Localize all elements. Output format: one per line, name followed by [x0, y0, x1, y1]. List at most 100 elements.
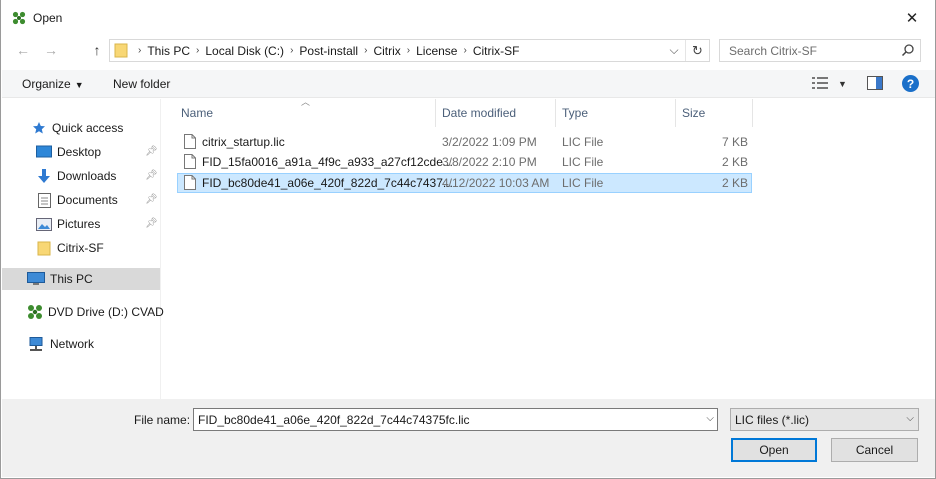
column-header-name[interactable]: Name [181, 102, 433, 124]
sidebar-item-dvd-drive[interactable]: DVD Drive (D:) CVAD [2, 301, 164, 323]
search-icon[interactable] [901, 43, 915, 60]
close-button[interactable]: ✕ [889, 0, 935, 36]
citrix-app-icon [12, 11, 26, 25]
breadcrumb-item[interactable]: This PC [147, 44, 190, 58]
chevron-right-icon[interactable]: › [401, 45, 416, 56]
open-dialog: Open ✕ ← → ↑ › This PC › Local Disk (C:)… [0, 0, 936, 479]
download-icon [36, 168, 52, 184]
window-title: Open [33, 11, 63, 25]
file-name: citrix_startup.lic [202, 135, 285, 149]
pin-icon[interactable]: 📌︎ [145, 194, 158, 205]
column-divider[interactable] [435, 99, 436, 127]
open-button[interactable]: Open [731, 438, 817, 462]
network-icon [27, 336, 45, 352]
file-name-input[interactable]: FID_bc80de41_a06e_420f_822d_7c44c74375fc… [198, 413, 470, 427]
chevron-right-icon[interactable]: › [358, 45, 373, 56]
file-row-selected[interactable]: FID_bc80de41_a06e_420f_822d_7c44c7437...… [177, 173, 752, 193]
sidebar-item-desktop[interactable]: Desktop 📌︎ [2, 141, 160, 163]
file-name-label: File name: [134, 413, 191, 427]
sidebar-item-quick-access[interactable]: Quick access [2, 117, 160, 139]
file-size: 7 KB [721, 135, 748, 149]
caret-down-icon: ▼ [838, 79, 847, 89]
dialog-footer: File name: FID_bc80de41_a06e_420f_822d_7… [2, 399, 935, 477]
breadcrumb: › This PC › Local Disk (C:) › Post-insta… [132, 40, 520, 61]
file-row[interactable]: citrix_startup.lic 3/2/2022 1:09 PM LIC … [177, 132, 752, 152]
chevron-right-icon[interactable]: › [457, 45, 472, 56]
sidebar-item-downloads[interactable]: Downloads 📌︎ [2, 165, 160, 187]
address-bar[interactable]: › This PC › Local Disk (C:) › Post-insta… [109, 39, 710, 62]
column-header-size[interactable]: Size [682, 102, 752, 124]
help-button[interactable]: ? [902, 75, 919, 92]
sidebar-item-documents[interactable]: Documents 📌︎ [2, 189, 160, 211]
forward-button[interactable]: → [41, 39, 61, 61]
file-size: 2 KB [721, 176, 748, 190]
column-divider[interactable] [752, 99, 753, 127]
sidebar-item-label: This PC [50, 272, 93, 286]
file-icon [184, 175, 196, 193]
sidebar-item-pictures[interactable]: Pictures 📌︎ [2, 213, 160, 235]
sidebar-item-label: Documents [57, 193, 118, 207]
caret-down-icon: ▼ [74, 80, 84, 90]
file-size: 2 KB [721, 155, 748, 169]
breadcrumb-item[interactable]: Citrix [373, 44, 400, 58]
organize-label: Organize [22, 77, 71, 91]
address-dropdown-button[interactable]: ⌵ [665, 40, 683, 61]
navigation-pane: Quick access Desktop 📌︎ Downloads 📌︎ Doc… [2, 99, 164, 399]
column-divider[interactable] [675, 99, 676, 127]
breadcrumb-item[interactable]: Local Disk (C:) [205, 44, 284, 58]
pin-icon[interactable]: 📌︎ [145, 170, 158, 181]
chevron-down-icon: ⌵ [906, 413, 914, 424]
change-view-button[interactable]: ▼ [812, 76, 848, 92]
file-type: LIC File [562, 155, 604, 169]
breadcrumb-item[interactable]: Post-install [299, 44, 358, 58]
file-row[interactable]: FID_15fa0016_a91a_4f9c_a933_a27cf12cde..… [177, 152, 752, 172]
sidebar-item-network[interactable]: Network [2, 333, 160, 355]
sidebar-item-label: Network [50, 337, 95, 351]
documents-icon [36, 192, 52, 208]
title-bar: Open ✕ [1, 0, 935, 36]
chevron-right-icon[interactable]: › [284, 45, 299, 56]
refresh-icon: ↻ [692, 42, 703, 58]
file-name-combobox[interactable]: FID_bc80de41_a06e_420f_822d_7c44c74375fc… [193, 408, 718, 431]
sidebar-item-label: Citrix-SF [57, 241, 104, 255]
pin-icon[interactable]: 📌︎ [145, 146, 158, 157]
sidebar-item-label: Pictures [57, 217, 101, 231]
chevron-down-icon[interactable]: ⌵ [706, 413, 714, 424]
file-type-filter-select[interactable]: LIC files (*.lic) ⌵ [730, 408, 919, 431]
arrow-up-icon: ↑ [93, 42, 101, 58]
sidebar-item-label: Downloads [57, 169, 117, 183]
dvd-drive-icon [27, 304, 43, 320]
folder-icon [114, 43, 128, 61]
file-date: 3/2/2022 1:09 PM [442, 135, 537, 149]
chevron-right-icon: › [138, 45, 142, 56]
file-type: LIC File [562, 176, 604, 190]
new-folder-button[interactable]: New folder [113, 77, 170, 91]
breadcrumb-item[interactable]: Citrix-SF [473, 44, 520, 58]
up-button[interactable]: ↑ [87, 39, 107, 61]
details-view-icon [812, 76, 828, 92]
file-type-filter-value: LIC files (*.lic) [735, 413, 810, 427]
command-toolbar: Organize ▼ New folder ▼ ? [2, 70, 935, 98]
sidebar-item-citrix-sf[interactable]: Citrix-SF [2, 237, 160, 259]
breadcrumb-item[interactable]: License [416, 44, 457, 58]
folder-icon [36, 240, 52, 256]
pin-icon[interactable]: 📌︎ [145, 218, 158, 229]
file-list: ︿ Name Date modified Type Size citrix_st… [163, 97, 936, 399]
search-input[interactable] [720, 40, 895, 61]
organize-button[interactable]: Organize ▼ [22, 77, 84, 91]
chevron-right-icon[interactable]: › [190, 45, 205, 56]
cancel-button[interactable]: Cancel [831, 438, 918, 462]
back-button[interactable]: ← [13, 39, 33, 61]
arrow-right-icon: → [44, 42, 58, 58]
desktop-icon [36, 144, 52, 160]
sidebar-item-label: Desktop [57, 145, 102, 159]
column-header-date[interactable]: Date modified [442, 102, 554, 124]
file-icon [184, 154, 196, 172]
column-header-type[interactable]: Type [562, 102, 674, 124]
refresh-button[interactable]: ↻ [685, 40, 709, 61]
sidebar-item-this-pc[interactable]: This PC [2, 268, 160, 290]
column-divider[interactable] [555, 99, 556, 127]
file-name: FID_bc80de41_a06e_420f_822d_7c44c7437... [202, 176, 453, 190]
preview-pane-button[interactable] [867, 76, 883, 93]
sidebar-item-label: Quick access [52, 121, 124, 135]
